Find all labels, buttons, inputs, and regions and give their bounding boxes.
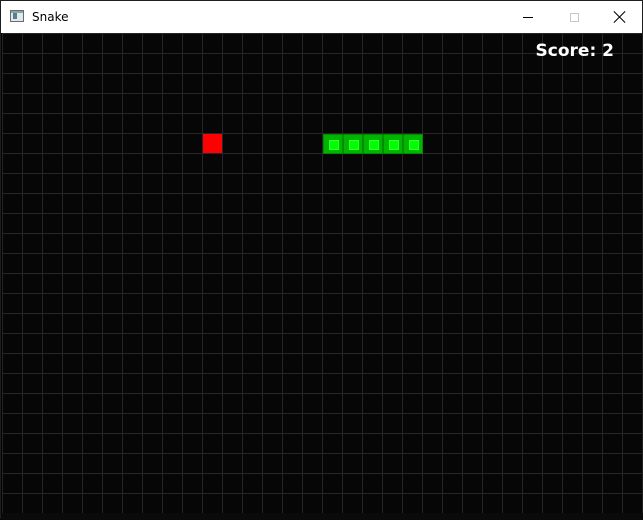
window-title: Snake	[32, 10, 69, 24]
minimize-icon	[523, 16, 533, 18]
snake-segment	[343, 134, 363, 154]
snake-segment	[383, 134, 403, 154]
game-window: Snake Score: 2	[0, 0, 643, 520]
food-apple	[203, 134, 222, 153]
window-app-icon	[10, 10, 24, 22]
snake-segment	[323, 134, 343, 154]
game-board[interactable]: Score: 2	[2, 33, 642, 513]
title-bar[interactable]: Snake	[1, 1, 642, 33]
minimize-button[interactable]	[505, 1, 551, 33]
score-display: Score: 2	[535, 41, 614, 61]
snake-segment	[363, 134, 383, 154]
snake-head	[403, 134, 423, 154]
close-icon	[614, 11, 626, 23]
close-button[interactable]	[597, 1, 643, 33]
maximize-icon	[569, 12, 579, 22]
maximize-button[interactable]	[551, 1, 597, 33]
